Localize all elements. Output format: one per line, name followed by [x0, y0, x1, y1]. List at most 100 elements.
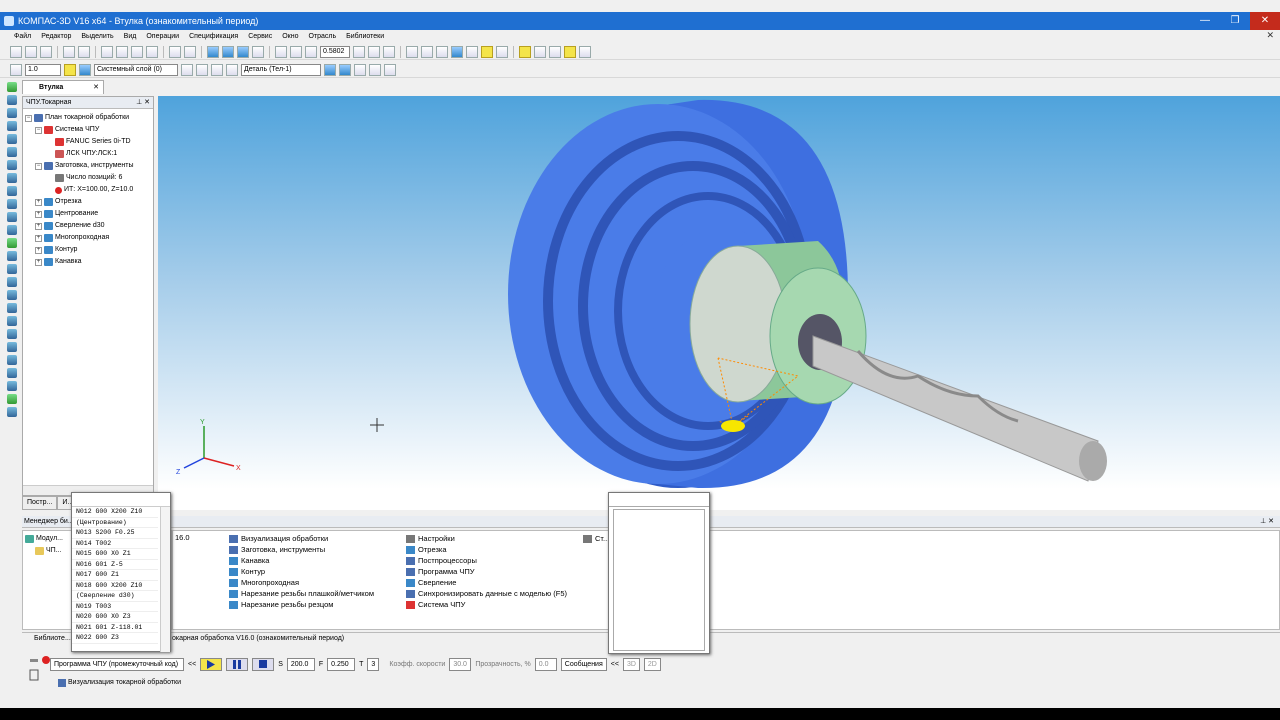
manager-icon[interactable]: [207, 45, 219, 58]
cmd-visualization[interactable]: Визуализация обработки: [229, 533, 374, 544]
part-icon[interactable]: [226, 63, 238, 76]
part-select[interactable]: Деталь (Тел-1): [241, 63, 321, 76]
copy-icon[interactable]: [116, 45, 128, 58]
feed-field[interactable]: 0.250: [327, 657, 356, 671]
library-icon[interactable]: [564, 45, 576, 58]
variables-icon[interactable]: [579, 45, 591, 58]
tree-node-blank-tools[interactable]: − Заготовка, инструменты: [25, 160, 151, 172]
tool-icon[interactable]: [7, 173, 17, 183]
tool-icon[interactable]: [7, 277, 17, 287]
cmd-cutoff[interactable]: Отрезка: [406, 544, 567, 555]
tool-icon[interactable]: [7, 407, 17, 417]
tool-icon[interactable]: [7, 160, 17, 170]
snap-icon[interactable]: [481, 45, 493, 58]
expand-icon[interactable]: +: [35, 234, 42, 242]
filter-icon[interactable]: [496, 45, 508, 58]
scale-field[interactable]: 1.0: [25, 63, 61, 76]
tree-node-multipass[interactable]: + Многопроходная: [25, 232, 151, 244]
menu-libraries[interactable]: Библиотеки: [346, 33, 384, 40]
cmd-threading-cutter[interactable]: Нарезание резьбы резцом: [229, 599, 374, 610]
collapse-icon[interactable]: −: [35, 162, 42, 170]
expand-icon[interactable]: +: [35, 222, 42, 230]
expand-icon[interactable]: +: [35, 246, 42, 254]
tree-node-groove[interactable]: + Канавка: [25, 256, 151, 268]
layer-icon[interactable]: [79, 63, 91, 76]
tree-node-positions[interactable]: Число позиций: 6: [25, 172, 151, 184]
cmd-multipass[interactable]: Многопроходная: [229, 577, 374, 588]
menu-operations[interactable]: Операции: [146, 33, 179, 40]
nc-line[interactable]: N018 G00 X200 Z10: [72, 581, 158, 591]
options-icon[interactable]: [384, 63, 396, 76]
messages-toggle[interactable]: Сообщения: [560, 657, 607, 671]
redo-icon[interactable]: [184, 45, 196, 58]
measure-icon[interactable]: [549, 45, 561, 58]
tree-node-fanuc[interactable]: FANUC Series 0i-TD: [25, 136, 151, 148]
cmd-blank-tools[interactable]: Заготовка, инструменты: [229, 544, 374, 555]
cut-icon[interactable]: [101, 45, 113, 58]
collapse-icon[interactable]: −: [35, 126, 42, 134]
menu-industry[interactable]: Отрасль: [309, 33, 337, 40]
expand-icon[interactable]: +: [35, 258, 42, 266]
nc-line[interactable]: N015 G00 X0 Z1: [72, 549, 158, 560]
menu-editor[interactable]: Редактор: [41, 33, 71, 40]
tree-node-cnc-system[interactable]: − Система ЧПУ: [25, 124, 151, 136]
section-icon[interactable]: [519, 45, 531, 58]
new-file-icon[interactable]: [10, 45, 22, 58]
hidden-lines-icon[interactable]: [421, 45, 433, 58]
orient-icon[interactable]: [383, 45, 395, 58]
tool-icon[interactable]: [7, 212, 17, 222]
paste-icon[interactable]: [131, 45, 143, 58]
view-3d-button[interactable]: 3D: [622, 657, 640, 671]
cursor-coords-icon[interactable]: [211, 63, 223, 76]
tree-node-cutoff[interactable]: + Отрезка: [25, 196, 151, 208]
menu-view[interactable]: Вид: [124, 33, 137, 40]
tree-icon[interactable]: [222, 45, 234, 58]
tool-icon[interactable]: [7, 82, 17, 92]
tool-number-field[interactable]: 3: [367, 657, 380, 671]
zoom-window-icon[interactable]: [275, 45, 287, 58]
display-icon[interactable]: [534, 45, 546, 58]
library-tab[interactable]: Библиоте...: [22, 633, 71, 644]
nc-line[interactable]: N012 G00 X200 Z10: [72, 507, 158, 518]
cmd-groove[interactable]: Канавка: [229, 555, 374, 566]
minimize-button[interactable]: —: [1190, 12, 1220, 30]
tool-icon[interactable]: [7, 329, 17, 339]
spindle-speed-field[interactable]: 200.0: [286, 657, 315, 671]
open-file-icon[interactable]: [25, 45, 37, 58]
doc-close-icon[interactable]: ✕: [1266, 30, 1274, 41]
menu-select[interactable]: Выделить: [81, 33, 113, 40]
undo-icon[interactable]: [169, 45, 181, 58]
tree-node-lcs[interactable]: ЛСК ЧПУ:ЛСК:1: [25, 148, 151, 160]
menu-specification[interactable]: Спецификация: [189, 33, 238, 40]
tool-icon[interactable]: [7, 108, 17, 118]
ortho-icon[interactable]: [64, 63, 76, 76]
zoom-field[interactable]: 0.5802: [320, 45, 350, 58]
program-panel-toggle[interactable]: Программа ЧПУ (промежуточный код): [50, 657, 184, 671]
panel-pin-close-icons[interactable]: ⊥ ✕: [1260, 516, 1274, 528]
tool-icon[interactable]: [7, 199, 17, 209]
pan-icon[interactable]: [368, 45, 380, 58]
maximize-button[interactable]: ❐: [1220, 12, 1250, 30]
tool-icon[interactable]: [7, 264, 17, 274]
tool-icon[interactable]: [7, 355, 17, 365]
nc-line[interactable]: (Сверление d30): [72, 591, 158, 602]
perspective-icon[interactable]: [466, 45, 478, 58]
nc-line[interactable]: N019 T003: [72, 602, 158, 612]
format-painter-icon[interactable]: [146, 45, 158, 58]
close-button[interactable]: ✕: [1250, 12, 1280, 30]
cmd-sync-model[interactable]: Синхронизировать данные с моделью (F5): [406, 588, 567, 599]
tool-icon[interactable]: [7, 316, 17, 326]
cmd-cnc-program[interactable]: Программа ЧПУ: [406, 566, 567, 577]
tree-node-drilling[interactable]: + Сверление d30: [25, 220, 151, 232]
color-icon[interactable]: [324, 63, 336, 76]
tool-icon[interactable]: [7, 342, 17, 352]
properties-icon[interactable]: [237, 45, 249, 58]
lcs-icon[interactable]: [196, 63, 208, 76]
nc-line[interactable]: N020 G00 X0 Z3: [72, 612, 158, 623]
transparency-field[interactable]: 0.0: [534, 657, 557, 671]
tool-icon[interactable]: [7, 238, 17, 248]
style-icon[interactable]: [339, 63, 351, 76]
nc-line[interactable]: N017 G00 Z1: [72, 570, 158, 581]
tab-build[interactable]: Постр...: [22, 496, 58, 510]
collapse-icon[interactable]: −: [25, 114, 32, 122]
